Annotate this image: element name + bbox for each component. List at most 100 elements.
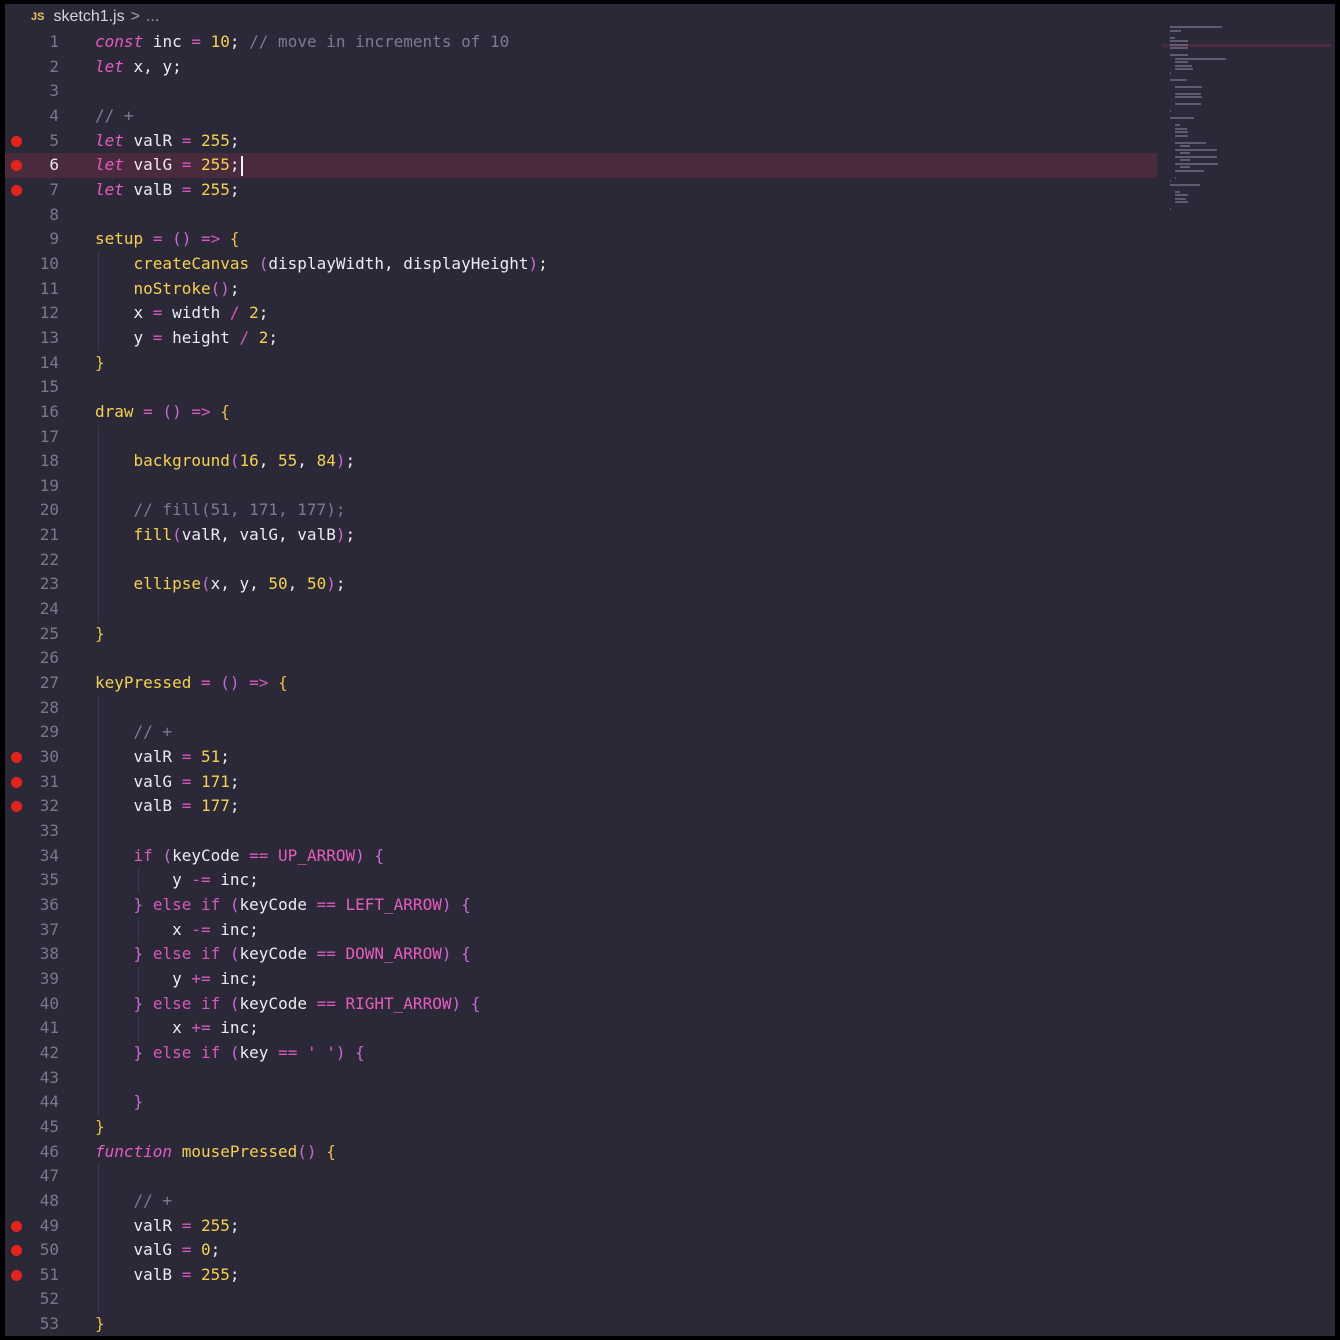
editor-window: JS sketch1.js > ... 1 const inc = 10; // … (5, 4, 1335, 1336)
code-line[interactable]: 9 setup = () => { (5, 227, 1157, 252)
code-line[interactable]: 39 y += inc; (5, 966, 1157, 992)
code-line[interactable]: 8 (5, 203, 1157, 228)
code-line[interactable]: 31 valG = 171; (5, 769, 1157, 795)
code-line[interactable]: 3 (5, 79, 1157, 104)
code-line[interactable]: 17 (5, 424, 1157, 450)
line-number: 21 (39, 525, 59, 545)
code-line[interactable]: 11 noStroke(); (5, 276, 1157, 302)
code-line[interactable]: 7 let valB = 255; (5, 178, 1157, 203)
minimap-line (1170, 40, 1188, 42)
line-number: 22 (39, 549, 59, 569)
code-text: valG = 171; (95, 771, 240, 791)
code-line[interactable]: 28 (5, 695, 1157, 721)
line-number: 10 (39, 253, 59, 273)
code-line[interactable]: 52 (5, 1287, 1157, 1313)
line-number: 3 (49, 81, 59, 101)
code-line[interactable]: 26 (5, 646, 1157, 671)
code-line[interactable]: 15 (5, 375, 1157, 400)
breakpoint-icon[interactable] (11, 160, 22, 172)
code-line[interactable]: 6 let valG = 255; (5, 153, 1157, 178)
code-line[interactable]: 1 const inc = 10; // move in increments o… (5, 30, 1157, 55)
code-line[interactable]: 30 valR = 51; (5, 745, 1157, 770)
code-line[interactable]: 48 // + (5, 1188, 1157, 1214)
code-line[interactable]: 25} (5, 622, 1157, 647)
breadcrumb-file[interactable]: sketch1.js (53, 8, 124, 26)
code-line[interactable]: 12 x = width / 2; (5, 301, 1157, 326)
code-line[interactable]: 38 } else if (keyCode == DOWN_ARROW) { (5, 942, 1157, 967)
code-line[interactable]: 32 valB = 177; (5, 794, 1157, 819)
minimap[interactable] (1162, 26, 1332, 216)
code-line[interactable]: 23 ellipse(x, y, 50, 50); (5, 572, 1157, 598)
code-line[interactable]: 46 function mousePressed() { (5, 1140, 1157, 1165)
code-line[interactable]: 13 y = height / 2; (5, 325, 1157, 351)
minimap-line (1170, 29, 1181, 32)
code-line[interactable]: 42 } else if (key == ' ') { (5, 1040, 1157, 1066)
code-line[interactable]: 53} (5, 1312, 1157, 1336)
minimap-line (1179, 152, 1191, 154)
line-number: 30 (39, 747, 59, 767)
line-number: 45 (39, 1116, 59, 1136)
code-editor[interactable]: 1 const inc = 10; // move in increments o… (5, 30, 1157, 1336)
minimap-line (1174, 92, 1202, 95)
breakpoint-icon[interactable] (11, 135, 22, 147)
line-number: 13 (39, 327, 59, 347)
code-line[interactable]: 29 // + (5, 720, 1157, 746)
breakpoint-icon[interactable] (11, 801, 22, 813)
breakpoint-icon[interactable] (11, 1245, 22, 1257)
breakpoint-icon[interactable] (11, 184, 22, 196)
code-line[interactable]: 35 y -= inc; (5, 868, 1157, 893)
code-line[interactable]: 27 keyPressed = () => { (5, 671, 1157, 696)
minimap-line (1174, 61, 1188, 63)
line-number: 29 (39, 722, 59, 742)
code-line[interactable]: 19 (5, 473, 1157, 499)
minimap-line (1174, 57, 1227, 60)
code-line[interactable]: 51 valB = 255; (5, 1262, 1157, 1288)
minimap-line (1174, 190, 1180, 193)
line-number: 52 (39, 1289, 59, 1309)
code-line[interactable]: 36 } else if (keyCode == LEFT_ARROW) { (5, 892, 1157, 918)
code-line[interactable]: 41 x += inc; (5, 1016, 1157, 1041)
line-number: 27 (39, 673, 59, 693)
minimap-line (1174, 96, 1203, 98)
code-line[interactable]: 45} (5, 1115, 1157, 1140)
code-text: } else if (keyCode == RIGHT_ARROW) { (133, 993, 481, 1013)
code-line[interactable]: 2 let x, y; (5, 55, 1157, 80)
code-text: x -= inc; (95, 919, 259, 939)
line-number: 31 (39, 771, 59, 791)
code-text: } (95, 1314, 105, 1334)
breakpoint-icon[interactable] (11, 1269, 22, 1281)
code-line[interactable]: 43 (5, 1065, 1157, 1091)
code-line[interactable]: 50 valG = 0; (5, 1238, 1157, 1263)
indent-guide (98, 819, 99, 844)
breakpoint-icon[interactable] (11, 752, 22, 764)
code-line[interactable]: 16 draw = () => { (5, 400, 1157, 425)
code-line[interactable]: 44 } (5, 1090, 1157, 1115)
code-text: y = height / 2; (95, 327, 279, 347)
code-line[interactable]: 49 valR = 255; (5, 1213, 1157, 1239)
line-number: 48 (39, 1190, 59, 1210)
code-line[interactable]: 14} (5, 351, 1157, 376)
code-line[interactable]: 21 fill(valR, valG, valB); (5, 523, 1157, 548)
breadcrumb-more[interactable]: ... (146, 8, 159, 26)
code-line[interactable]: 47 (5, 1164, 1157, 1189)
line-number: 36 (39, 894, 59, 914)
code-line[interactable]: 37 x -= inc; (5, 917, 1157, 943)
code-line[interactable]: 34 if (keyCode == UP_ARROW) { (5, 843, 1157, 869)
line-number: 40 (39, 993, 59, 1013)
line-number: 39 (39, 968, 59, 988)
indent-guide (98, 547, 99, 573)
code-line[interactable]: 40 } else if (keyCode == RIGHT_ARROW) { (5, 991, 1157, 1017)
code-line[interactable]: 33 (5, 819, 1157, 844)
code-line[interactable]: 4 // + (5, 104, 1157, 129)
breakpoint-icon[interactable] (11, 1220, 22, 1232)
indent-guide (98, 1287, 99, 1313)
line-number: 50 (39, 1240, 59, 1260)
minimap-line (1170, 36, 1175, 39)
code-line[interactable]: 5 let valR = 255; (5, 129, 1157, 154)
code-line[interactable]: 18 background(16, 55, 84); (5, 449, 1157, 474)
code-line[interactable]: 20 // fill(51, 171, 177); (5, 498, 1157, 524)
code-line[interactable]: 10 createCanvas (displayWidth, displayHe… (5, 251, 1157, 277)
code-line[interactable]: 24 (5, 597, 1157, 622)
code-line[interactable]: 22 (5, 547, 1157, 573)
breakpoint-icon[interactable] (11, 776, 22, 788)
